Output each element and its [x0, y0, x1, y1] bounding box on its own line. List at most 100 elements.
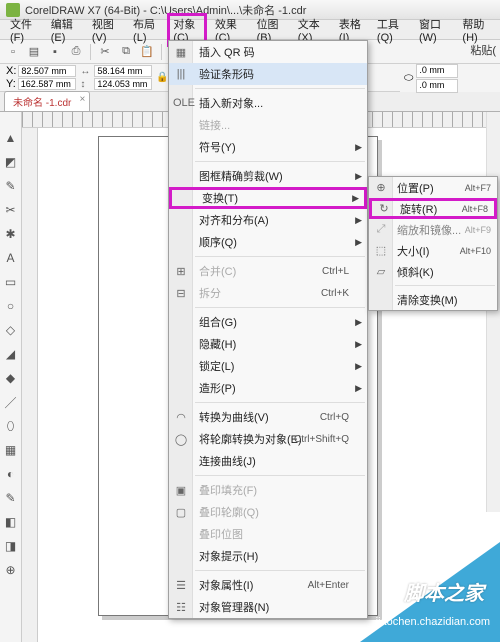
menu-2[interactable]: 视图(V)	[86, 14, 125, 46]
ruler-vertical[interactable]	[22, 128, 38, 642]
paste-button[interactable]: 粘贴(	[470, 42, 496, 58]
menu-item-21[interactable]: ◯将轮廓转换为对象(E)Ctrl+Shift+Q	[169, 428, 367, 450]
shortcut: Ctrl+Q	[320, 412, 349, 423]
menu-label: 对齐和分布(A)	[199, 212, 269, 228]
menu-label: 对象属性(I)	[199, 577, 253, 593]
submenu-arrow-icon: ▶	[355, 215, 362, 226]
menu-icon: ◯	[173, 433, 189, 446]
y-input[interactable]: 162.587 mm	[18, 78, 76, 90]
x-input[interactable]: 82.507 mm	[18, 65, 76, 77]
toolbox: ▲ ◩ ✎ ✂ ✱ A ▭ ○ ◇ ◢ ◆ ／ ⬯ ▦ ◐ ✎ ◧ ◨ ⊕	[0, 112, 22, 642]
outline-2[interactable]: .0 mm	[416, 79, 458, 93]
submenu-item-6[interactable]: 清除变换(M)	[369, 289, 497, 310]
submenu-label: 位置(P)	[397, 180, 434, 196]
menu-label: 组合(G)	[199, 314, 237, 330]
new-icon[interactable]: ▫	[4, 43, 22, 61]
cut-icon[interactable]: ✂	[96, 43, 114, 61]
print-icon[interactable]: ⎙	[67, 43, 85, 61]
tool-3[interactable]: ✂	[3, 202, 19, 218]
tool-5[interactable]: A	[3, 250, 19, 266]
tool-2[interactable]: ✎	[3, 178, 19, 194]
menu-item-8[interactable]: 变换(T)▶	[169, 187, 367, 209]
tool-18[interactable]: ⊕	[3, 562, 19, 578]
submenu-icon: ⊕	[373, 181, 389, 194]
submenu-label: 缩放和镜像...	[397, 222, 461, 238]
tool-16[interactable]: ◧	[3, 514, 19, 530]
tool-4[interactable]: ✱	[3, 226, 19, 242]
watermark-text: 脚本之家	[404, 577, 484, 606]
shortcut: Ctrl+Shift+Q	[294, 434, 349, 445]
watermark: 脚本之家 jiaochen.chazidian.com	[320, 532, 500, 642]
tool-1[interactable]: ◩	[3, 154, 19, 170]
submenu-arrow-icon: ▶	[355, 317, 362, 328]
menu-0[interactable]: 文件(F)	[4, 14, 43, 46]
submenu-arrow-icon: ▶	[355, 339, 362, 350]
copy-icon[interactable]: ⧉	[117, 43, 135, 61]
right-prop-tools: ⬭ .0 mm .0 mm	[400, 64, 500, 92]
submenu-label: 倾斜(K)	[397, 264, 434, 280]
menu-item-9[interactable]: 对齐和分布(A) ▶	[169, 209, 367, 231]
shortcut: Alt+F10	[460, 246, 491, 256]
open-icon[interactable]: ▤	[25, 43, 43, 61]
menu-label: 顺序(Q)	[199, 234, 237, 250]
tool-9[interactable]: ◢	[3, 346, 19, 362]
vertical-scrollbar[interactable]	[486, 112, 500, 512]
menu-item-25: ▢叠印轮廓(Q)	[169, 501, 367, 523]
menu-icon: ◠	[173, 411, 189, 424]
submenu-item-2[interactable]: ⤢缩放和镜像...Alt+F9	[369, 219, 497, 240]
menu-label: 拆分	[199, 285, 221, 301]
width-input[interactable]: 58.164 mm	[94, 65, 152, 77]
tool-15[interactable]: ✎	[3, 490, 19, 506]
menu-11[interactable]: 帮助(H)	[456, 14, 496, 46]
menu-label: 验证条形码	[199, 66, 254, 82]
height-input[interactable]: 124.053 mm	[94, 78, 152, 90]
tool-12[interactable]: ⬯	[3, 418, 19, 434]
menu-item-22[interactable]: 连接曲线(J)	[169, 450, 367, 472]
menu-label: 链接...	[199, 117, 230, 133]
shortcut: Ctrl+K	[321, 288, 349, 299]
tool-8[interactable]: ◇	[3, 322, 19, 338]
tool-0[interactable]: ▲	[3, 130, 19, 146]
submenu-item-0[interactable]: ⊕位置(P)Alt+F7	[369, 177, 497, 198]
menu-1[interactable]: 编辑(E)	[45, 14, 84, 46]
menu-item-0[interactable]: ▦插入 QR 码	[169, 41, 367, 63]
y-label: Y:	[6, 78, 16, 90]
menu-item-16[interactable]: 隐藏(H)▶	[169, 333, 367, 355]
menu-item-7[interactable]: 图框精确剪裁(W)▶	[169, 165, 367, 187]
tool-13[interactable]: ▦	[3, 442, 19, 458]
menu-item-1[interactable]: |||验证条形码	[169, 63, 367, 85]
menu-item-20[interactable]: ◠转换为曲线(V)Ctrl+Q	[169, 406, 367, 428]
menu-item-13: ⊟拆分Ctrl+K	[169, 282, 367, 304]
menu-item-5[interactable]: 符号(Y)▶	[169, 136, 367, 158]
menu-9[interactable]: 工具(Q)	[371, 14, 411, 46]
submenu-item-1[interactable]: ↻旋转(R)Alt+F8	[369, 198, 497, 219]
menu-item-17[interactable]: 锁定(L)▶	[169, 355, 367, 377]
tool-10[interactable]: ◆	[3, 370, 19, 386]
tool-11[interactable]: ／	[3, 394, 19, 410]
lock-icon[interactable]: 🔒	[156, 72, 168, 83]
submenu-item-3[interactable]: ⬚大小(I)Alt+F10	[369, 240, 497, 261]
menu-label: 对象管理器(N)	[199, 599, 269, 615]
menu-item-18[interactable]: 造形(P)▶	[169, 377, 367, 399]
x-label: X:	[6, 65, 16, 77]
submenu-label: 旋转(R)	[400, 201, 437, 217]
submenu-label: 大小(I)	[397, 243, 429, 259]
submenu-item-4[interactable]: ▱倾斜(K)	[369, 261, 497, 282]
save-icon[interactable]: ▪	[46, 43, 64, 61]
tool-14[interactable]: ◐	[3, 466, 19, 482]
menu-label: 符号(Y)	[199, 139, 236, 155]
submenu-arrow-icon: ▶	[355, 171, 362, 182]
menu-icon: ▢	[173, 506, 189, 519]
transform-submenu: ⊕位置(P)Alt+F7↻旋转(R)Alt+F8⤢缩放和镜像...Alt+F9⬚…	[368, 176, 498, 311]
menu-10[interactable]: 窗口(W)	[413, 14, 454, 46]
menu-item-15[interactable]: 组合(G) ▶	[169, 311, 367, 333]
document-tab[interactable]: 未命名 -1.cdr	[4, 91, 90, 111]
tool-7[interactable]: ○	[3, 298, 19, 314]
menu-3[interactable]: 布局(L)	[127, 14, 165, 46]
tool-17[interactable]: ◨	[3, 538, 19, 554]
menu-item-10[interactable]: 顺序(Q)▶	[169, 231, 367, 253]
menu-item-3[interactable]: OLE插入新对象...	[169, 92, 367, 114]
outline-1[interactable]: .0 mm	[416, 64, 458, 78]
tool-6[interactable]: ▭	[3, 274, 19, 290]
paste-icon[interactable]: 📋	[138, 43, 156, 61]
